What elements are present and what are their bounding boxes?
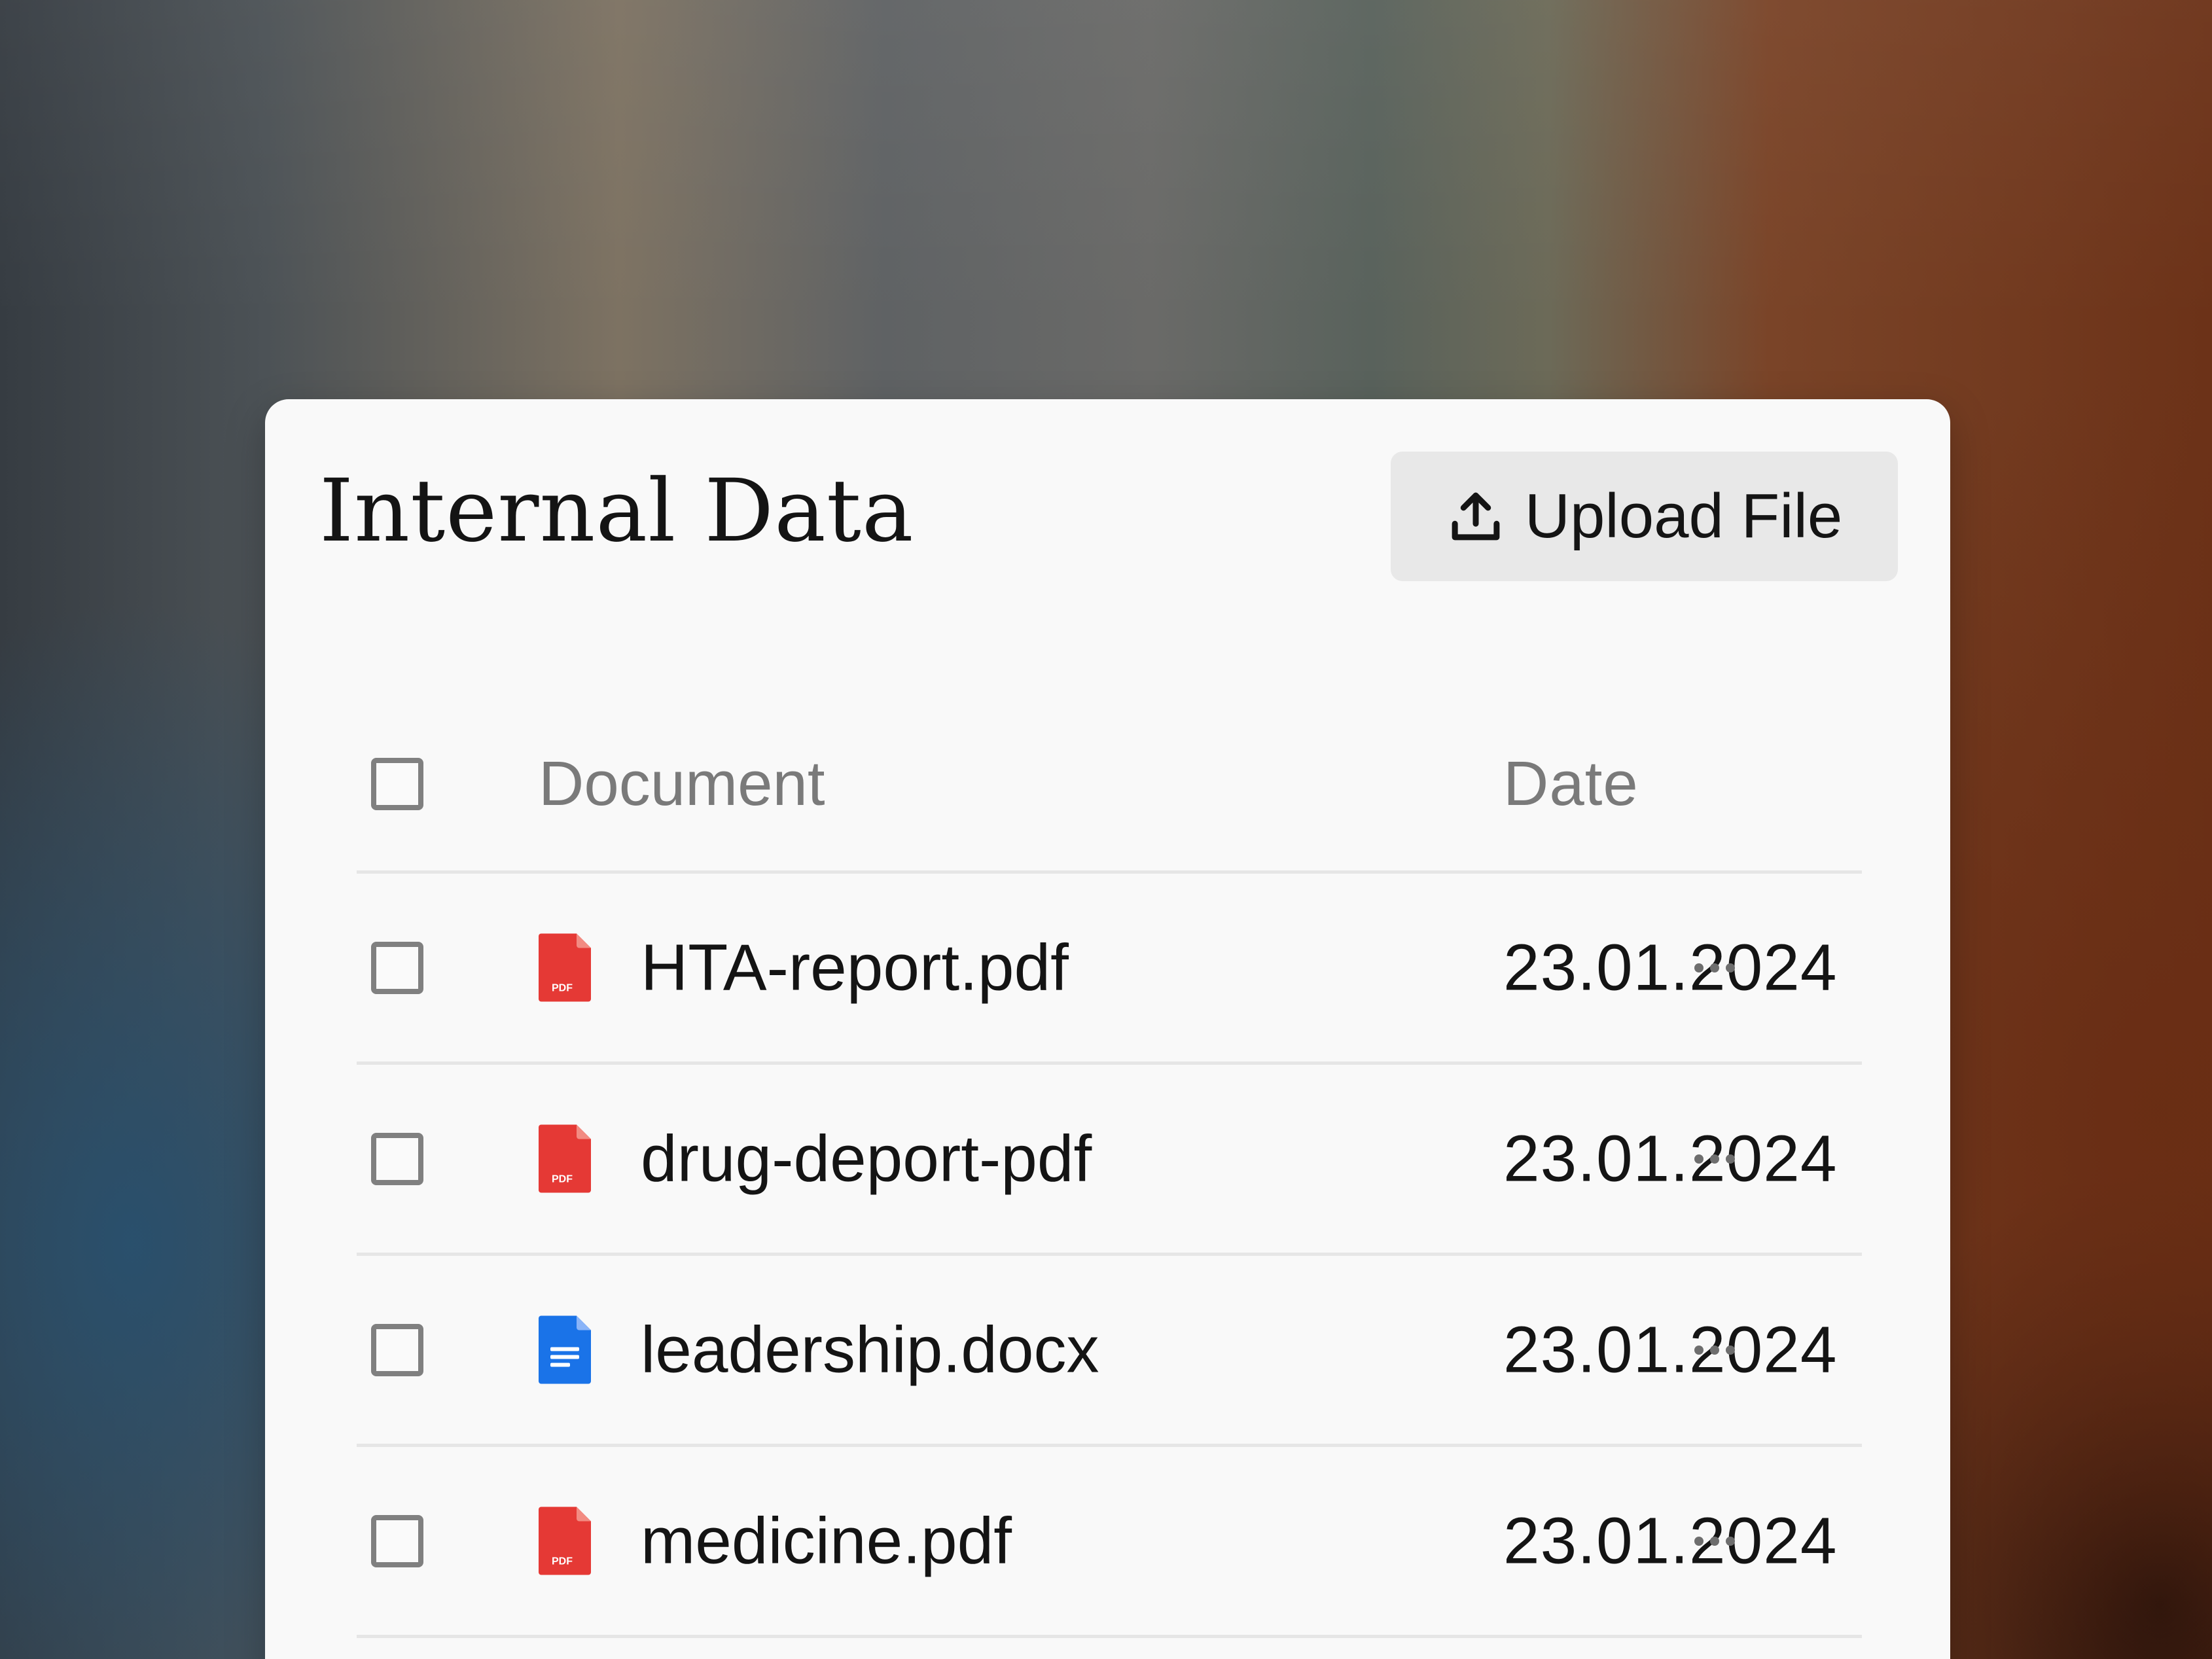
upload-icon xyxy=(1446,487,1505,546)
more-options-icon[interactable] xyxy=(1675,948,1754,988)
document-name[interactable]: medicine.pdf xyxy=(641,1503,1012,1579)
row-checkbox[interactable] xyxy=(371,1132,423,1185)
document-cell: PDF drug-deport-pdf xyxy=(539,1121,1092,1196)
upload-file-button[interactable]: Upload File xyxy=(1391,452,1898,581)
doc-file-icon xyxy=(539,1315,591,1384)
pdf-file-icon: PDF xyxy=(539,1507,591,1575)
pdf-badge-text: PDF xyxy=(552,1174,573,1185)
document-date: 23.01.2024 xyxy=(1503,1122,1838,1195)
row-checkbox[interactable] xyxy=(371,1514,423,1567)
row-checkbox[interactable] xyxy=(371,941,423,994)
row-checkbox[interactable] xyxy=(371,1323,423,1376)
document-name[interactable]: HTA-report.pdf xyxy=(641,930,1069,1005)
more-options-icon[interactable] xyxy=(1675,1330,1754,1370)
document-name[interactable]: drug-deport-pdf xyxy=(641,1121,1092,1196)
table-header-row: Document Date xyxy=(357,697,1862,874)
document-cell: PDF HTA-report.pdf xyxy=(539,930,1069,1005)
more-options-icon[interactable] xyxy=(1675,1522,1754,1561)
pdf-file-icon: PDF xyxy=(539,933,591,1002)
document-cell: PDF medicine.pdf xyxy=(539,1503,1012,1579)
document-cell: leadership.docx xyxy=(539,1312,1099,1387)
upload-file-label: Upload File xyxy=(1524,481,1843,551)
document-name[interactable]: leadership.docx xyxy=(641,1312,1099,1387)
documents-table: Document Date PDF HTA-report.pdf 23.01.2… xyxy=(357,697,1862,1638)
pdf-file-icon: PDF xyxy=(539,1124,591,1193)
column-header-date[interactable]: Date xyxy=(1503,748,1639,820)
table-row[interactable]: PDF medicine.pdf 23.01.2024 xyxy=(357,1447,1862,1638)
select-all-checkbox[interactable] xyxy=(371,757,423,810)
internal-data-panel: Internal Data Upload File Document Date … xyxy=(265,399,1950,1659)
document-date: 23.01.2024 xyxy=(1503,1504,1838,1577)
panel-title: Internal Data xyxy=(319,461,914,562)
table-row[interactable]: leadership.docx 23.01.2024 xyxy=(357,1256,1862,1447)
pdf-badge-text: PDF xyxy=(552,1556,573,1567)
pdf-badge-text: PDF xyxy=(552,983,573,994)
table-row[interactable]: PDF drug-deport-pdf 23.01.2024 xyxy=(357,1065,1862,1256)
more-options-icon[interactable] xyxy=(1675,1139,1754,1179)
column-header-document[interactable]: Document xyxy=(539,748,825,820)
document-date: 23.01.2024 xyxy=(1503,931,1838,1004)
document-date: 23.01.2024 xyxy=(1503,1313,1838,1386)
table-row[interactable]: PDF HTA-report.pdf 23.01.2024 xyxy=(357,874,1862,1065)
